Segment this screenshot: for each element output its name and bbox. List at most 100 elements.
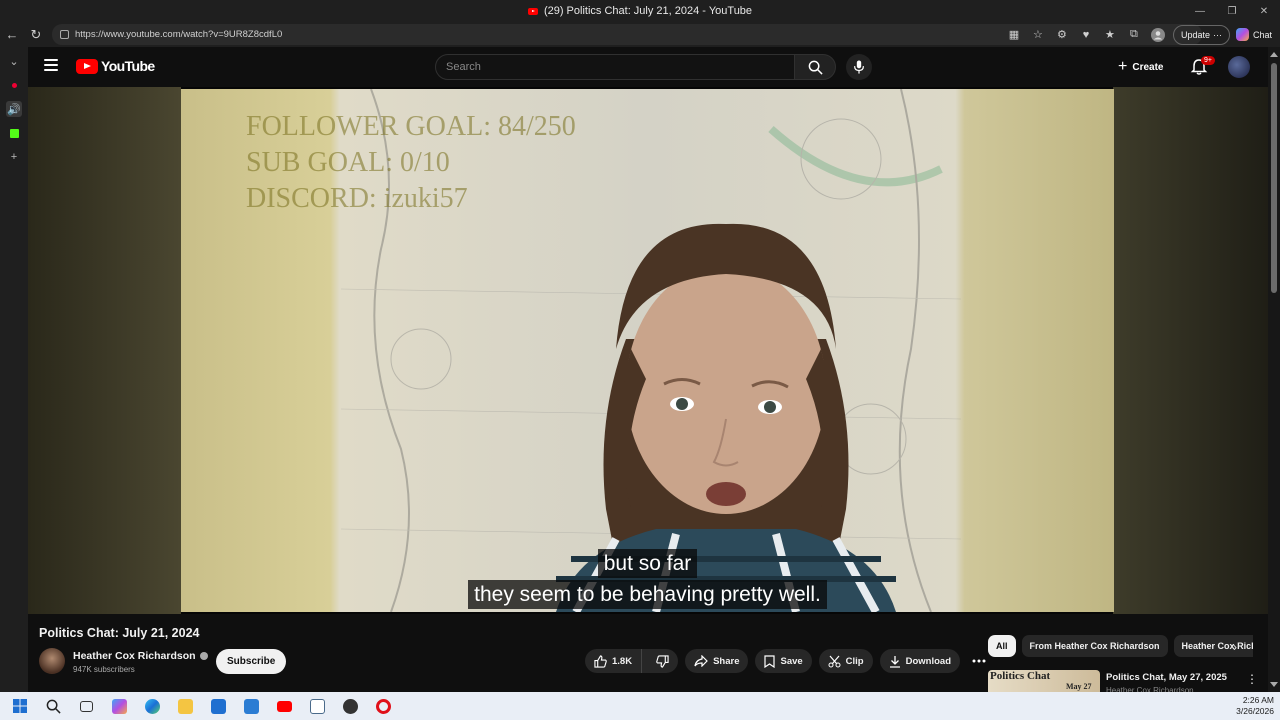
youtube-header: YouTube Search + Create 9+ [28, 47, 1268, 87]
opera-icon[interactable] [370, 693, 396, 719]
video-player[interactable]: FOLLOWER GOAL: 84/250 SUB GOAL: 0/10 DIS… [28, 87, 1268, 614]
chevron-down-icon[interactable]: ⌄ [6, 53, 22, 69]
more-vertical-icon[interactable]: ⋮ [1246, 672, 1258, 686]
share-button[interactable]: Share [685, 649, 749, 673]
thumbnail-date: May 27 [1066, 682, 1092, 691]
captions-window: but so far they seem to be behaving pret… [181, 549, 1114, 611]
mail-icon[interactable] [238, 693, 264, 719]
recommended-title[interactable]: Politics Chat, May 27, 2025 [1106, 672, 1227, 683]
like-dislike-group: 1.8K [585, 649, 679, 673]
obs-icon[interactable] [337, 693, 363, 719]
edge-browser-icon[interactable] [139, 693, 165, 719]
share-arrow-icon [694, 655, 708, 667]
plus-icon: + [1118, 58, 1128, 75]
more-icon: ··· [1212, 29, 1222, 40]
chip-from-channel[interactable]: From Heather Cox Richardson [1021, 635, 1168, 657]
windows-taskbar: 2:26 AM 3/26/2026 [0, 692, 1280, 720]
site-info-icon[interactable] [60, 30, 69, 39]
system-clock[interactable]: 2:26 AM 3/26/2026 [1236, 695, 1274, 717]
app-available-icon[interactable]: ▦ [1005, 26, 1023, 44]
restore-icon[interactable]: ❐ [1216, 0, 1248, 22]
minimize-icon[interactable]: — [1184, 0, 1216, 22]
task-view-icon[interactable] [73, 693, 99, 719]
voice-search-button[interactable] [846, 54, 872, 80]
dislike-button[interactable] [647, 649, 678, 673]
save-button[interactable]: Save [755, 649, 812, 673]
youtube-play-icon [76, 58, 98, 74]
search-button[interactable] [794, 54, 836, 80]
windows-start-icon[interactable] [7, 693, 33, 719]
copilot-icon [1235, 28, 1249, 41]
copilot-chat-button[interactable]: Chat [1235, 28, 1272, 41]
download-label: Download [905, 655, 952, 667]
extensions-icon[interactable]: ⚙ [1053, 26, 1071, 44]
channel-name[interactable]: Heather Cox Richardson [73, 650, 196, 662]
scissors-icon [828, 655, 841, 667]
like-count: 1.8K [612, 655, 633, 667]
collections-icon[interactable]: ⧉ [1125, 26, 1143, 44]
browser-essentials-icon[interactable]: ♥ [1077, 26, 1095, 44]
chip-all[interactable]: All [988, 635, 1016, 657]
search-icon [808, 60, 823, 75]
chevron-right-icon[interactable]: › [1233, 640, 1237, 654]
search-placeholder: Search [446, 61, 481, 73]
save-label: Save [780, 655, 803, 667]
more-horizontal-icon [972, 659, 986, 663]
channel-name-row[interactable]: Heather Cox Richardson [73, 650, 208, 662]
subscriber-count: 947K subscribers [73, 665, 135, 674]
caption-line: but so far [597, 549, 698, 578]
audio-tab-icon[interactable]: 🔊 [6, 101, 22, 117]
share-label: Share [713, 655, 740, 667]
youtube-tab-icon[interactable] [6, 77, 22, 93]
youtube-app-icon[interactable] [271, 693, 297, 719]
favorite-star-icon[interactable]: ☆ [1029, 26, 1047, 44]
account-avatar[interactable] [1228, 56, 1250, 78]
menu-icon[interactable] [44, 59, 58, 71]
recommendation-chips: All From Heather Cox Richardson Heather … [988, 635, 1253, 659]
subscribe-button[interactable]: Subscribe [216, 649, 287, 674]
recommended-thumbnail[interactable]: Politics Chat May 27 [988, 670, 1100, 692]
app-icon[interactable] [304, 693, 330, 719]
copilot-app-icon[interactable] [106, 693, 132, 719]
youtube-favicon-icon [527, 7, 538, 15]
chip-related[interactable]: Heather Cox Richardson [1173, 635, 1253, 657]
thumbs-down-icon [656, 654, 669, 668]
search-input[interactable]: Search [435, 54, 795, 80]
youtube-logo[interactable]: YouTube [76, 58, 155, 74]
scroll-down-icon[interactable] [1270, 682, 1278, 687]
video-frame[interactable]: FOLLOWER GOAL: 84/250 SUB GOAL: 0/10 DIS… [181, 89, 1114, 612]
kick-tab-icon[interactable] [6, 125, 22, 141]
scrollbar-thumb[interactable] [1271, 63, 1277, 293]
channel-avatar[interactable] [39, 648, 65, 674]
chat-label: Chat [1252, 29, 1272, 40]
back-icon[interactable]: ← [0, 23, 24, 47]
like-button[interactable]: 1.8K [585, 649, 643, 673]
window-title: (29) Politics Chat: July 21, 2024 - YouT… [543, 5, 753, 17]
download-button[interactable]: Download [879, 649, 961, 673]
ambient-glow-right [1113, 87, 1268, 614]
video-title: Politics Chat: July 21, 2024 [39, 626, 200, 640]
update-button[interactable]: Update ··· [1172, 24, 1230, 45]
create-button[interactable]: + Create [1118, 57, 1163, 77]
refresh-icon[interactable]: ↻ [24, 23, 48, 47]
microphone-icon [854, 60, 864, 74]
profile-icon[interactable] [1149, 26, 1167, 44]
browser-toolbar: ▦ ☆ ⚙ ♥ ★ ⧉ Update ··· Chat [1005, 24, 1272, 45]
new-tab-icon[interactable]: + [6, 149, 22, 165]
notification-badge: 9+ [1201, 56, 1215, 65]
youtube-logo-text: YouTube [101, 58, 155, 74]
window-controls: — ❐ ✕ [1184, 0, 1280, 22]
overlay-line: SUB GOAL: 0/10 [246, 147, 450, 178]
favorites-icon[interactable]: ★ [1101, 26, 1119, 44]
close-icon[interactable]: ✕ [1248, 0, 1280, 22]
thumbnail-text: Politics Chat [990, 670, 1051, 682]
address-bar-row: ← ↻ https://www.youtube.com/watch?v=9UR8… [0, 22, 1280, 47]
search-icon[interactable] [40, 693, 66, 719]
page-scrollbar[interactable] [1268, 47, 1280, 692]
clip-button[interactable]: Clip [818, 649, 873, 673]
file-explorer-icon[interactable] [172, 693, 198, 719]
bookmark-icon [764, 654, 776, 668]
scroll-up-icon[interactable] [1270, 52, 1278, 57]
store-icon[interactable] [205, 693, 231, 719]
thumbs-up-icon [594, 654, 607, 668]
